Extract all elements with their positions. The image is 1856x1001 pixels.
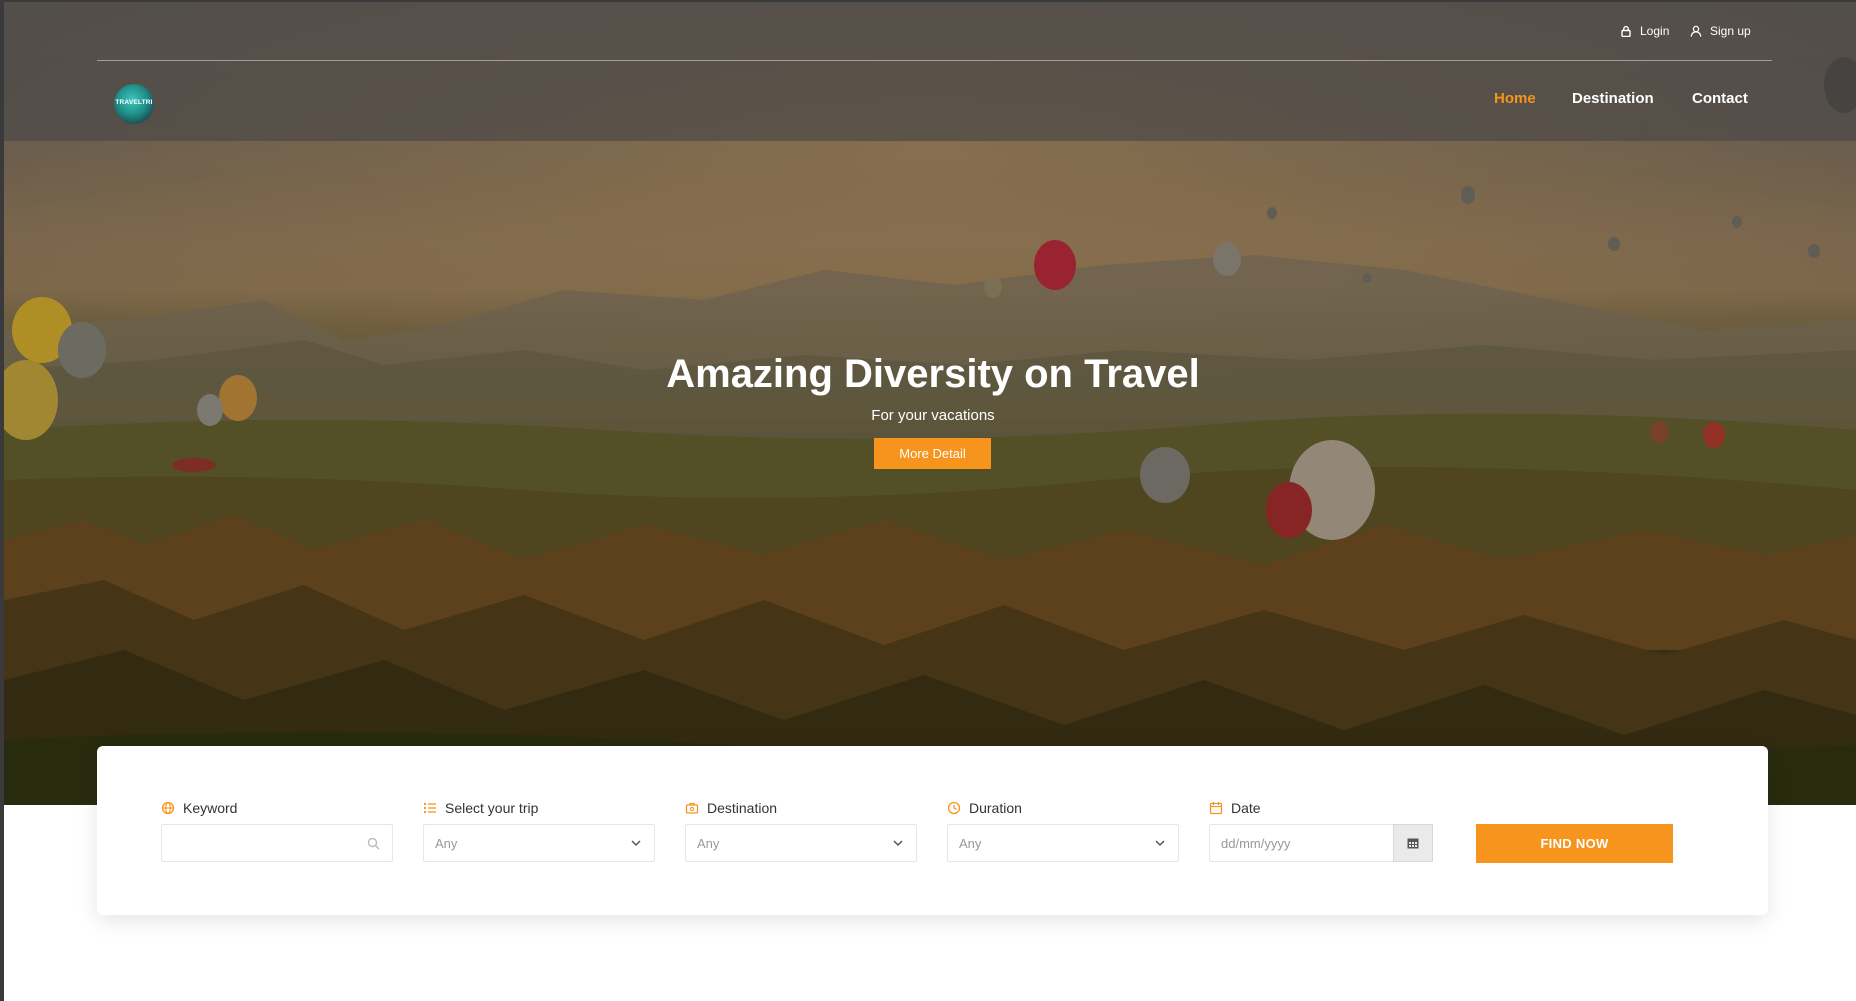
trip-select-value: Any [435, 835, 458, 851]
site-logo[interactable]: TRAVELTRI [114, 84, 154, 124]
login-link[interactable]: Login [1620, 24, 1669, 38]
list-icon [424, 803, 436, 813]
duration-label: Duration [947, 799, 1179, 817]
keyword-input[interactable] [161, 824, 393, 862]
date-placeholder: dd/mm/yyyy [1221, 835, 1291, 851]
lock-icon [1621, 25, 1631, 37]
signup-link[interactable]: Sign up [1690, 24, 1751, 38]
trip-field: Select your trip [423, 799, 655, 817]
destination-label: Destination [685, 799, 917, 817]
search-icon [367, 837, 380, 850]
logo-text: TRAVELTRI [115, 99, 153, 106]
duration-select-value: Any [959, 835, 982, 851]
destination-select-value: Any [697, 835, 720, 851]
window-frame-top [0, 0, 1856, 2]
login-label: Login [1640, 24, 1670, 38]
chevron-down-icon [1155, 840, 1165, 847]
destination-select[interactable]: Any [685, 824, 917, 862]
keyword-label-text: Keyword [183, 800, 238, 816]
date-picker-button[interactable] [1393, 824, 1433, 862]
clock-icon [947, 801, 961, 815]
date-label-text: Date [1231, 800, 1261, 816]
nav-destination[interactable]: Destination [1572, 90, 1654, 107]
nav-contact[interactable]: Contact [1692, 90, 1748, 107]
hero-subtitle: For your vacations [871, 407, 995, 424]
date-label: Date [1209, 799, 1441, 817]
top-bar [97, 0, 1772, 61]
date-field: Date [1209, 799, 1441, 817]
trip-select[interactable]: Any [423, 824, 655, 862]
site-header [4, 0, 1856, 141]
chevron-down-icon [631, 840, 641, 847]
find-now-button[interactable]: FIND NOW [1476, 824, 1673, 863]
globe-icon [161, 801, 175, 815]
calendar-icon [1407, 838, 1419, 849]
calendar-icon [1209, 802, 1223, 815]
window-frame-left [0, 0, 4, 1001]
destination-field: Destination [685, 799, 917, 817]
duration-label-text: Duration [969, 800, 1022, 816]
duration-select[interactable]: Any [947, 824, 1179, 862]
hero-title: Amazing Diversity on Travel [666, 352, 1200, 396]
date-input[interactable]: dd/mm/yyyy [1209, 824, 1433, 862]
keyword-field: Keyword [161, 799, 393, 817]
chevron-down-icon [893, 840, 903, 847]
signup-label: Sign up [1710, 24, 1751, 38]
duration-field: Duration [947, 799, 1179, 817]
trip-label-text: Select your trip [445, 800, 539, 816]
trip-label: Select your trip [423, 799, 655, 817]
suitcase-icon [685, 802, 699, 814]
nav-home[interactable]: Home [1494, 90, 1536, 107]
more-detail-button[interactable]: More Detail [874, 438, 991, 469]
search-panel: Keyword Select your trip Any Destination… [97, 746, 1768, 915]
keyword-label: Keyword [161, 799, 393, 817]
user-icon [1690, 25, 1702, 37]
destination-label-text: Destination [707, 800, 778, 816]
